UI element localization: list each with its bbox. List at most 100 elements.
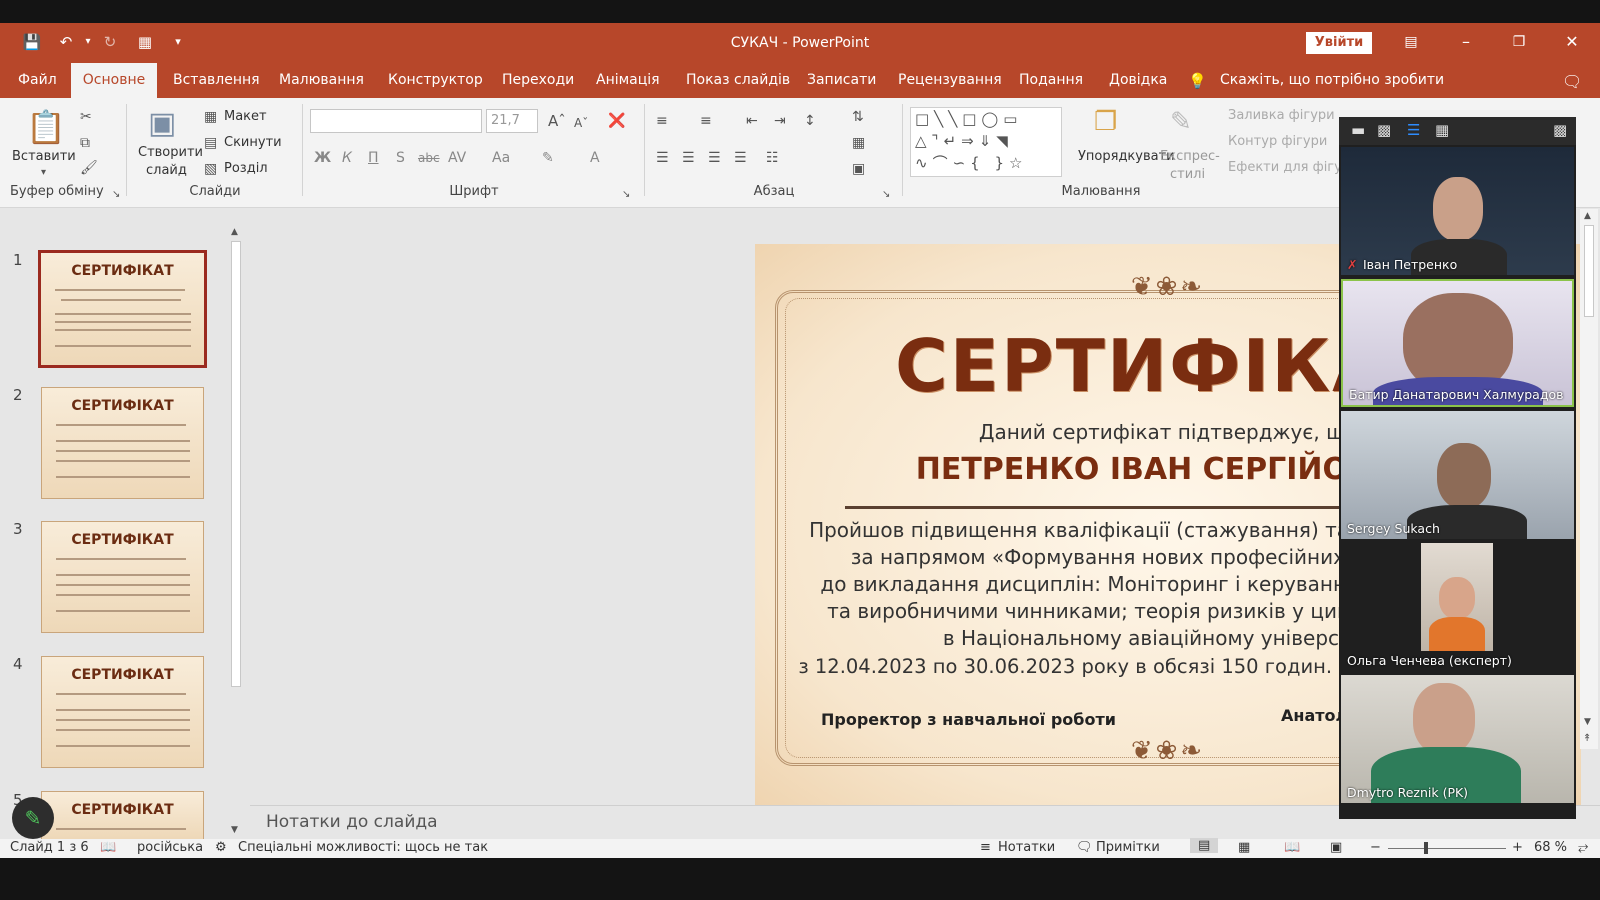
slide-sorter-icon[interactable]: ▦ <box>1238 840 1250 855</box>
tab-help[interactable]: Довідка <box>1109 72 1167 88</box>
tab-view[interactable]: Подання <box>1019 72 1083 88</box>
new-slide-label-1[interactable]: Створити <box>138 145 203 160</box>
copy-icon[interactable]: ⧉ <box>80 135 90 151</box>
thumbnails-scrollbar[interactable]: ▲ ▼ <box>228 227 244 839</box>
accessibility-icon[interactable]: ⚙ <box>215 840 227 855</box>
justify-icon[interactable]: ☰ <box>734 150 747 166</box>
slide-thumbnail-5[interactable]: СЕРТИФІКАТ <box>41 791 204 839</box>
section-button[interactable]: Розділ <box>224 161 268 176</box>
shape-fill-button[interactable]: Заливка фігури <box>1228 108 1335 123</box>
font-name-box[interactable] <box>310 109 482 133</box>
accessibility-status[interactable]: Спеціальні можливості: щось не так <box>238 840 488 855</box>
new-slide-icon[interactable]: ▣ <box>148 107 176 141</box>
language-indicator[interactable]: російська <box>137 840 203 855</box>
clear-format-icon[interactable]: ❌ <box>608 113 625 129</box>
quick-styles-icon[interactable]: ✎ <box>1170 107 1192 137</box>
paste-button[interactable]: Вставити <box>12 149 76 164</box>
tell-me-search[interactable]: Скажіть, що потрібно зробити <box>1220 72 1444 88</box>
clipboard-launcher-icon[interactable]: ↘ <box>112 187 120 203</box>
shapes-row-2[interactable]: △⌝↵⇒⇓◥ <box>915 133 1013 149</box>
shapes-row-3[interactable]: ∿⌒∽{ }☆ <box>915 155 1027 171</box>
restore-icon[interactable]: ❐ <box>1507 31 1531 53</box>
align-left-icon[interactable]: ☰ <box>656 150 669 166</box>
align-text-icon[interactable]: ▦ <box>852 135 865 151</box>
zoom-slider[interactable] <box>1388 842 1506 854</box>
scrollbar-thumb[interactable] <box>231 241 241 687</box>
increase-font-icon[interactable]: Aˆ <box>548 113 566 129</box>
gallery-view-icon[interactable]: ▦ <box>1435 121 1449 139</box>
previous-slide-icon[interactable]: ↟ <box>1583 733 1591 744</box>
scroll-up-icon[interactable]: ▲ <box>231 227 238 237</box>
bullets-icon[interactable]: ≡ <box>656 113 668 129</box>
paste-icon[interactable]: 📋 <box>26 109 66 145</box>
decrease-font-icon[interactable]: Aˇ <box>574 115 588 131</box>
font-launcher-icon[interactable]: ↘ <box>622 187 630 203</box>
pen-annotation-icon[interactable]: ✎ <box>12 797 54 839</box>
minimize-panel-icon[interactable]: ▬ <box>1351 121 1365 139</box>
layout-icon[interactable]: ▦ <box>204 109 217 125</box>
quick-styles-label-2[interactable]: стилі <box>1170 167 1205 182</box>
shapes-row-1[interactable]: □╲╲□◯▭ <box>915 111 1022 127</box>
participant-tile-active-speaker[interactable]: Батир Данатарович Халмурадов <box>1341 279 1574 407</box>
shape-outline-button[interactable]: Контур фігури <box>1228 134 1327 149</box>
spellcheck-icon[interactable]: 📖 <box>100 840 116 855</box>
tab-insert[interactable]: Вставлення <box>173 72 260 88</box>
close-icon[interactable]: ✕ <box>1560 31 1584 53</box>
align-right-icon[interactable]: ☰ <box>708 150 721 166</box>
slide-thumbnail-2[interactable]: СЕРТИФІКАТ <box>41 387 204 499</box>
participant-tile[interactable]: ✗ Іван Петренко <box>1341 147 1574 275</box>
minimize-icon[interactable]: – <box>1454 31 1478 53</box>
scrollbar-thumb[interactable] <box>1584 225 1594 317</box>
tab-home[interactable]: Основне <box>71 63 157 98</box>
participant-tile[interactable]: Dmytro Reznik (PK) <box>1341 675 1574 803</box>
strip-view-icon[interactable]: ☰ <box>1407 121 1420 139</box>
bold-button[interactable]: Ж <box>314 150 331 166</box>
line-spacing-icon[interactable]: ↕ <box>804 113 816 129</box>
align-center-icon[interactable]: ☰ <box>682 150 695 166</box>
sign-in-button[interactable]: Увійти <box>1306 32 1372 54</box>
participant-tile[interactable]: Ольга Ченчева (експерт) <box>1341 543 1574 671</box>
scroll-up-icon[interactable]: ▲ <box>1584 211 1591 221</box>
arrange-icon[interactable]: ❐ <box>1094 107 1117 137</box>
notes-icon[interactable]: ≡ <box>980 840 991 855</box>
format-painter-icon[interactable]: 🖌 <box>80 160 98 176</box>
font-color-icon[interactable]: A <box>590 150 600 166</box>
zoom-level[interactable]: 68 % <box>1534 840 1567 855</box>
new-slide-label-2[interactable]: слайд <box>146 163 187 178</box>
slide-thumbnail-1[interactable]: СЕРТИФІКАТ <box>38 250 207 368</box>
reading-view-icon[interactable]: 📖 <box>1284 840 1300 855</box>
highlight-icon[interactable]: ✎ <box>542 150 554 166</box>
notes-toggle[interactable]: Нотатки <box>998 840 1055 855</box>
zoom-in-icon[interactable]: + <box>1512 840 1523 855</box>
scroll-down-icon[interactable]: ▼ <box>1584 717 1591 727</box>
speaker-view-icon[interactable]: ▩ <box>1377 121 1391 139</box>
smartart-icon[interactable]: ▣ <box>852 161 865 177</box>
reset-button[interactable]: Скинути <box>224 135 282 150</box>
underline-button[interactable]: П <box>368 150 379 166</box>
normal-view-icon[interactable]: ▤ <box>1190 838 1219 853</box>
paste-dropdown-icon[interactable]: ▾ <box>41 165 46 181</box>
tab-design[interactable]: Конструктор <box>388 72 483 88</box>
comments-icon[interactable]: 🗨 <box>1562 72 1582 91</box>
slide-thumbnail-3[interactable]: СЕРТИФІКАТ <box>41 521 204 633</box>
char-spacing-button[interactable]: AV <box>448 150 466 166</box>
section-icon[interactable]: ▧ <box>204 161 217 177</box>
strikethrough-button[interactable]: abc <box>418 150 440 166</box>
tab-record[interactable]: Записати <box>807 72 876 88</box>
quick-styles-label-1[interactable]: Експрес- <box>1160 149 1220 164</box>
layout-button[interactable]: Макет <box>224 109 267 124</box>
italic-button[interactable]: К <box>342 150 352 166</box>
tab-transitions[interactable]: Переходи <box>502 72 574 88</box>
exit-panel-icon[interactable]: ▩ <box>1553 121 1567 139</box>
notes-placeholder[interactable]: Нотатки до слайда <box>266 812 438 832</box>
shapes-gallery[interactable]: □╲╲□◯▭ △⌝↵⇒⇓◥ ∿⌒∽{ }☆ <box>910 107 1062 177</box>
slide-thumbnail-4[interactable]: СЕРТИФІКАТ <box>41 656 204 768</box>
scroll-down-icon[interactable]: ▼ <box>231 825 238 835</box>
slide-scrollbar[interactable]: ▲ ▼ ↟ <box>1580 209 1598 749</box>
comments-status-icon[interactable]: 🗨 <box>1076 840 1093 855</box>
cut-icon[interactable]: ✂ <box>80 109 92 125</box>
zoom-out-icon[interactable]: − <box>1370 840 1381 855</box>
columns-icon[interactable]: ☷ <box>766 150 779 166</box>
font-size-box[interactable]: 21,7 <box>486 109 538 133</box>
reset-icon[interactable]: ▤ <box>204 135 217 151</box>
